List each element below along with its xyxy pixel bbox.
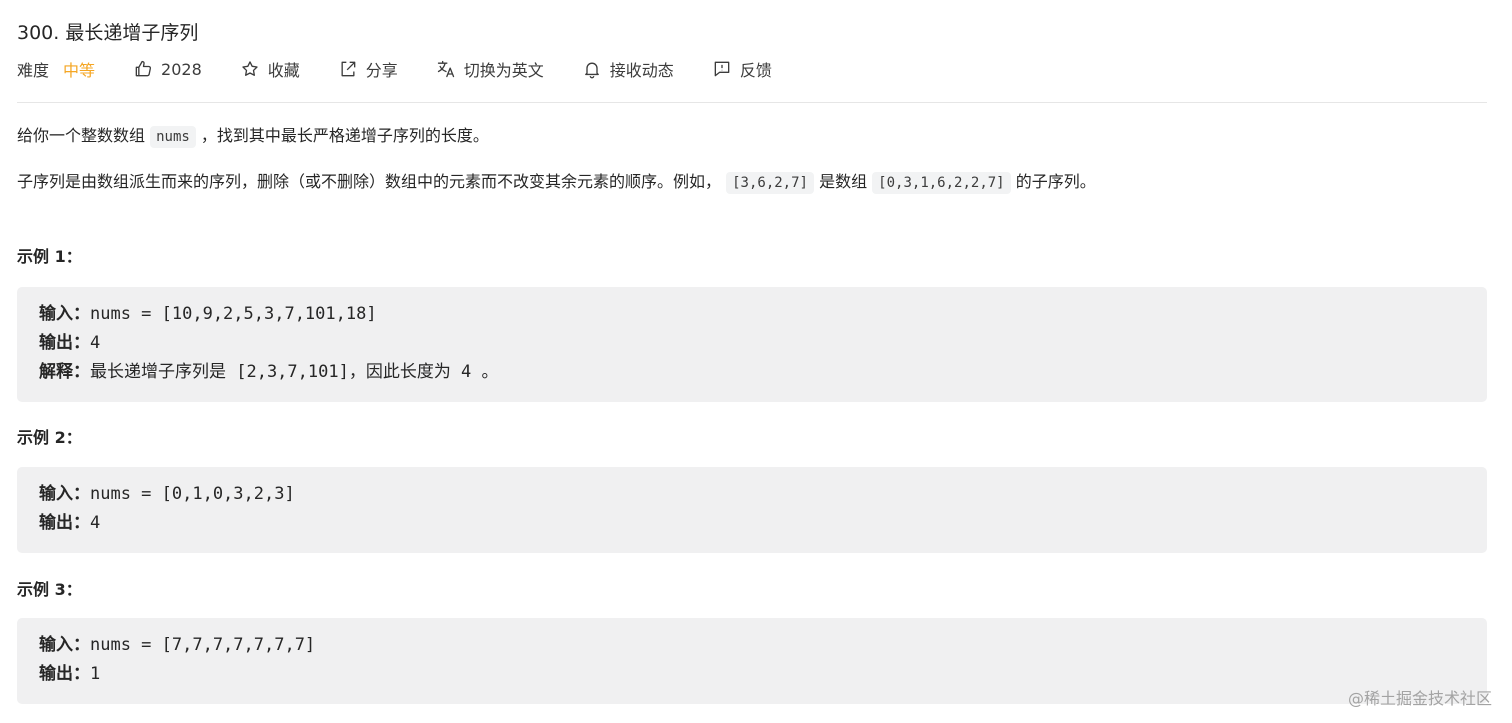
translate-button[interactable]: 切换为英文	[436, 57, 544, 81]
description-text: 子序列是由数组派生而来的序列，删除（或不删除）数组中的元素而不改变其余元素的顺序…	[17, 172, 722, 191]
input-value: nums = [10,9,2,5,3,7,101,18]	[90, 304, 377, 324]
header-divider	[17, 102, 1487, 103]
input-value: nums = [0,1,0,3,2,3]	[90, 484, 295, 504]
input-label: 输入：	[39, 484, 90, 504]
explain-label: 解释：	[39, 362, 90, 382]
subscribe-label: 接收动态	[609, 61, 674, 80]
problem-title: 300. 最长递增子序列	[17, 22, 199, 44]
output-value: 4	[90, 513, 101, 533]
thumbs-up-icon	[135, 60, 152, 77]
inline-code: [3,6,2,7]	[726, 172, 814, 194]
example-3-title: 示例 3：	[17, 580, 82, 599]
description-text: 给你一个整数数组	[17, 126, 146, 145]
subscribe-button[interactable]: 接收动态	[582, 57, 674, 81]
favorite-label: 收藏	[267, 61, 300, 80]
translate-icon	[437, 60, 454, 78]
example-input-line: 输入：nums = [10,9,2,5,3,7,101,18]	[39, 300, 1465, 329]
description-text: 的子序列。	[1015, 172, 1096, 191]
example-explain-line: 解释：最长递增子序列是 [2,3,7,101]，因此长度为 4 。	[39, 358, 1465, 387]
example-output-line: 输出：4	[39, 509, 1465, 538]
star-icon	[242, 61, 258, 76]
input-value: nums = [7,7,7,7,7,7,7]	[90, 635, 316, 655]
output-value: 1	[90, 664, 101, 684]
description-paragraph-2: 子序列是由数组派生而来的序列，删除（或不删除）数组中的元素而不改变其余元素的顺序…	[17, 169, 1096, 196]
share-label: 分享	[365, 61, 398, 80]
output-label: 输出：	[39, 333, 90, 353]
difficulty: 难度 中等	[17, 57, 95, 81]
description-paragraph-1: 给你一个整数数组 nums ，找到其中最长严格递增子序列的长度。	[17, 123, 489, 150]
example-2-title: 示例 2：	[17, 428, 82, 447]
favorite-button[interactable]: 收藏	[240, 57, 300, 81]
feedback-icon	[714, 61, 730, 77]
share-icon	[341, 61, 356, 77]
output-value: 4	[90, 333, 101, 353]
difficulty-label: 难度	[17, 61, 50, 80]
like-count: 2028	[161, 59, 202, 79]
example-output-line: 输出：4	[39, 329, 1465, 358]
example-1-title: 示例 1：	[17, 247, 82, 266]
example-3-block: 输入：nums = [7,7,7,7,7,7,7] 输出：1	[17, 618, 1487, 704]
output-label: 输出：	[39, 513, 90, 533]
input-label: 输入：	[39, 635, 90, 655]
share-button[interactable]: 分享	[338, 57, 398, 81]
inline-code: nums	[150, 126, 196, 148]
description-text: 是数组	[819, 172, 868, 191]
explain-value: 最长递增子序列是 [2,3,7,101]，因此长度为 4 。	[90, 362, 499, 382]
feedback-button[interactable]: 反馈	[712, 57, 772, 81]
description-text: ，找到其中最长严格递增子序列的长度。	[200, 126, 489, 145]
problem-toolbar: 难度 中等 2028 收藏 分享 切换为英文 接收动态 反馈	[17, 57, 772, 81]
like-button[interactable]: 2028	[133, 59, 202, 79]
watermark: @稀土掘金技术社区	[1347, 689, 1492, 708]
feedback-label: 反馈	[739, 61, 772, 80]
difficulty-value: 中等	[63, 61, 96, 80]
example-input-line: 输入：nums = [7,7,7,7,7,7,7]	[39, 631, 1465, 660]
bell-icon	[584, 62, 599, 79]
example-input-line: 输入：nums = [0,1,0,3,2,3]	[39, 480, 1465, 509]
input-label: 输入：	[39, 304, 90, 324]
inline-code: [0,3,1,6,2,2,7]	[872, 172, 1011, 194]
translate-label: 切换为英文	[463, 61, 544, 80]
example-1-block: 输入：nums = [10,9,2,5,3,7,101,18] 输出：4 解释：…	[17, 287, 1487, 402]
output-label: 输出：	[39, 664, 90, 684]
example-2-block: 输入：nums = [0,1,0,3,2,3] 输出：4	[17, 467, 1487, 553]
example-output-line: 输出：1	[39, 660, 1465, 689]
